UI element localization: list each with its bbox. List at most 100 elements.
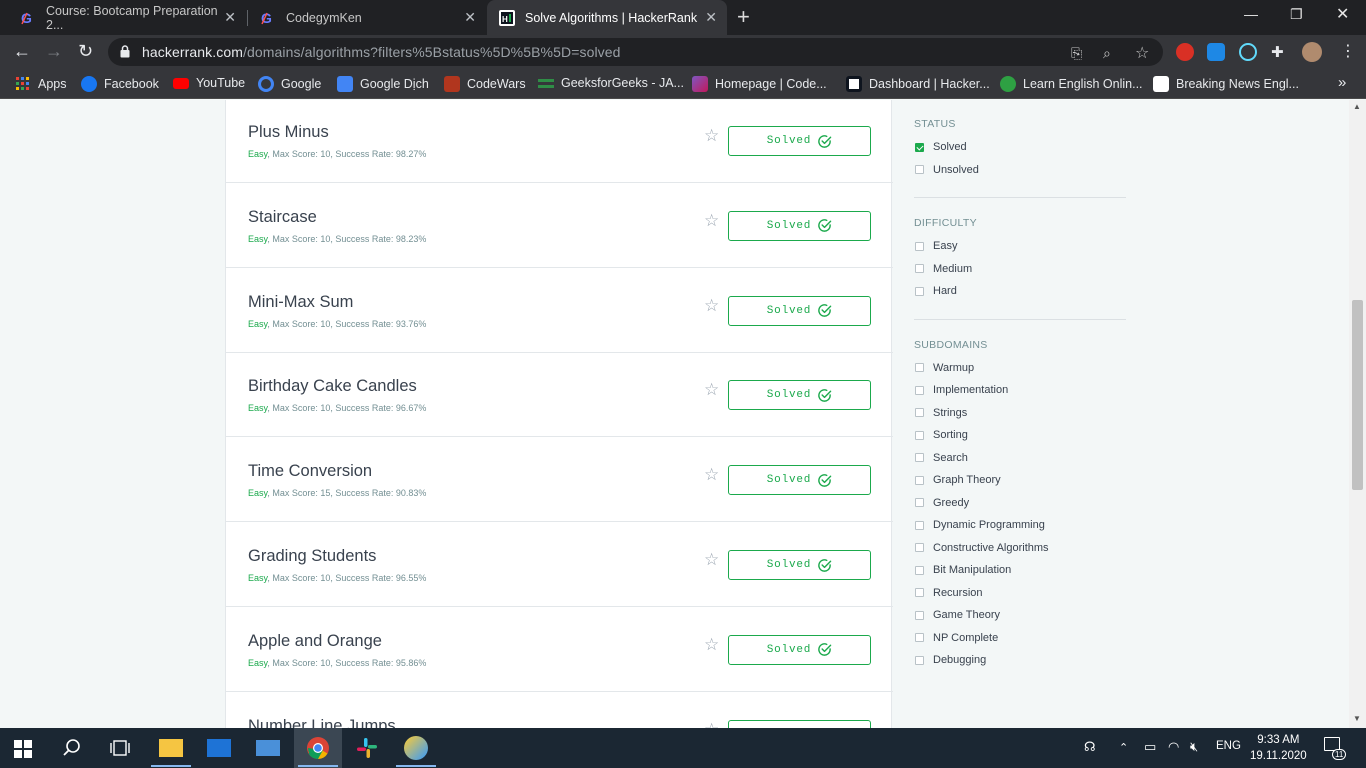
- filter-option-bit-manipulation[interactable]: Bit Manipulation: [914, 559, 1126, 582]
- checkbox[interactable]: [915, 142, 924, 152]
- solved-button[interactable]: Solved: [728, 634, 871, 665]
- filter-option-greedy[interactable]: Greedy: [914, 492, 1126, 515]
- solved-button[interactable]: Solved: [728, 295, 871, 326]
- solved-button[interactable]: Solved: [728, 380, 871, 411]
- back-arrow-icon[interactable]: ←: [13, 41, 31, 62]
- laptop-app-icon[interactable]: [256, 740, 280, 756]
- bookmark-star-icon[interactable]: ☆: [704, 720, 719, 728]
- slack-icon[interactable]: [355, 736, 379, 760]
- forward-arrow-icon[interactable]: →: [45, 41, 63, 62]
- solved-button[interactable]: Solved: [728, 719, 871, 728]
- checkbox[interactable]: [915, 408, 924, 418]
- bookmark-codegym-homepage[interactable]: Homepage | Code...: [692, 76, 827, 92]
- mail-icon[interactable]: [207, 739, 231, 757]
- dropper-extension-icon[interactable]: [1207, 43, 1225, 61]
- checkbox[interactable]: [915, 588, 924, 598]
- challenge-card[interactable]: Staircase Easy, Max Score: 10, Success Ra…: [226, 184, 893, 268]
- filter-option-solved[interactable]: Solved: [914, 136, 1126, 159]
- checkbox[interactable]: [915, 610, 924, 620]
- challenge-card[interactable]: Birthday Cake Candles Easy, Max Score: 10…: [226, 353, 893, 438]
- checkbox[interactable]: [915, 633, 924, 643]
- windows-start-icon[interactable]: [14, 740, 32, 758]
- checkbox[interactable]: [915, 655, 924, 665]
- translate-icon[interactable]: ⎘: [1071, 45, 1082, 62]
- bookmark-star-icon[interactable]: ☆: [704, 296, 719, 316]
- bookmark-breaking-news[interactable]: Breaking News Engl...: [1153, 76, 1299, 92]
- filter-option-implementation[interactable]: Implementation: [914, 379, 1126, 402]
- extensions-puzzle-icon[interactable]: ✚: [1271, 43, 1284, 61]
- people-icon[interactable]: ☊: [1084, 739, 1096, 755]
- url-text[interactable]: hackerrank.com/domains/algorithms?filter…: [142, 44, 621, 60]
- solved-button[interactable]: Solved: [728, 210, 871, 241]
- page-scrollbar[interactable]: ▲ ▼: [1349, 100, 1366, 728]
- challenge-title[interactable]: Staircase: [248, 208, 317, 227]
- checkbox[interactable]: [915, 543, 924, 553]
- bookmark-apps[interactable]: Apps: [15, 76, 67, 92]
- bookmark-hackerrank-dashboard[interactable]: Dashboard | Hacker...: [846, 76, 990, 92]
- checkbox[interactable]: [915, 241, 924, 251]
- bookmark-codewars[interactable]: CodeWars: [444, 76, 526, 92]
- system-clock[interactable]: 9:33 AM 19.11.2020: [1250, 732, 1307, 764]
- challenge-card[interactable]: Plus Minus Easy, Max Score: 10, Success R…: [226, 100, 893, 183]
- filter-option-sorting[interactable]: Sorting: [914, 424, 1126, 447]
- solved-button[interactable]: Solved: [728, 126, 871, 156]
- filter-option-easy[interactable]: Easy: [914, 235, 1126, 258]
- tab-course-bootcamp[interactable]: G Course: Bootcamp Preparation 2... ✕: [8, 0, 246, 35]
- bookmark-learn-english[interactable]: Learn English Onlin...: [1000, 76, 1143, 92]
- search-icon[interactable]: [62, 738, 82, 758]
- react-devtools-icon[interactable]: [1239, 43, 1257, 61]
- file-explorer-icon[interactable]: [159, 739, 183, 757]
- volume-muted-icon[interactable]: 🔇︎: [1190, 739, 1198, 755]
- minimize-icon[interactable]: —: [1244, 6, 1258, 22]
- checkbox[interactable]: [915, 385, 924, 395]
- filter-option-graph-theory[interactable]: Graph Theory: [914, 469, 1126, 492]
- adblock-extension-icon[interactable]: [1176, 43, 1194, 61]
- bookmark-geeksforgeeks[interactable]: GeeksforGeeks - JA...: [538, 76, 684, 90]
- challenge-title[interactable]: Mini-Max Sum: [248, 293, 353, 312]
- zoom-icon[interactable]: ⌕: [1103, 45, 1111, 62]
- filter-option-np-complete[interactable]: NP Complete: [914, 627, 1126, 650]
- scroll-down-arrow-icon[interactable]: ▼: [1353, 714, 1361, 723]
- bookmark-youtube[interactable]: YouTube: [173, 76, 245, 90]
- checkbox[interactable]: [915, 498, 924, 508]
- restore-icon[interactable]: ❐: [1290, 6, 1303, 23]
- scrollbar-thumb[interactable]: [1352, 300, 1363, 490]
- close-tab-icon[interactable]: ✕: [705, 9, 717, 26]
- checkbox[interactable]: [915, 520, 924, 530]
- filter-option-game-theory[interactable]: Game Theory: [914, 604, 1126, 627]
- bookmark-facebook[interactable]: Facebook: [81, 76, 159, 92]
- filter-option-unsolved[interactable]: Unsolved: [914, 159, 1126, 182]
- solved-button[interactable]: Solved: [728, 550, 871, 580]
- challenge-title[interactable]: Number Line Jumps: [248, 717, 396, 728]
- filter-option-medium[interactable]: Medium: [914, 258, 1126, 281]
- bookmark-star-icon[interactable]: ☆: [704, 465, 719, 485]
- more-bookmarks-chevron-icon[interactable]: »: [1338, 74, 1346, 91]
- bookmark-google[interactable]: Google: [258, 76, 321, 92]
- filter-option-search[interactable]: Search: [914, 447, 1126, 470]
- bookmark-star-icon[interactable]: ☆: [704, 380, 719, 400]
- challenge-title[interactable]: Birthday Cake Candles: [248, 377, 417, 396]
- challenge-card[interactable]: Number Line Jumps ☆ Solved: [226, 693, 893, 728]
- filter-option-debugging[interactable]: Debugging: [914, 649, 1126, 672]
- task-view-icon[interactable]: [110, 738, 130, 758]
- filter-option-hard[interactable]: Hard: [914, 280, 1126, 303]
- checkbox[interactable]: [915, 165, 924, 175]
- filter-option-constructive-algorithms[interactable]: Constructive Algorithms: [914, 537, 1126, 560]
- profile-avatar[interactable]: [1302, 42, 1322, 62]
- tab-hackerrank-active[interactable]: H Solve Algorithms | HackerRank ✕: [487, 0, 727, 35]
- wifi-icon[interactable]: ◠: [1168, 739, 1179, 755]
- challenge-card[interactable]: Time Conversion Easy, Max Score: 15, Succ…: [226, 438, 893, 523]
- challenge-title[interactable]: Apple and Orange: [248, 632, 382, 651]
- new-tab-icon[interactable]: +: [737, 4, 750, 30]
- filter-option-recursion[interactable]: Recursion: [914, 582, 1126, 605]
- input-language[interactable]: ENG: [1216, 740, 1241, 752]
- close-tab-icon[interactable]: ✕: [224, 9, 236, 26]
- checkbox[interactable]: [915, 363, 924, 373]
- filter-option-warmup[interactable]: Warmup: [914, 357, 1126, 380]
- paint-app-icon[interactable]: [404, 736, 428, 760]
- close-tab-icon[interactable]: ✕: [464, 9, 476, 26]
- address-bar[interactable]: hackerrank.com/domains/algorithms?filter…: [108, 38, 1163, 66]
- challenge-title[interactable]: Time Conversion: [248, 462, 372, 481]
- bookmark-google-translate[interactable]: Google Dịch: [337, 76, 429, 92]
- show-hidden-icons-chevron-icon[interactable]: ⌃: [1119, 741, 1128, 754]
